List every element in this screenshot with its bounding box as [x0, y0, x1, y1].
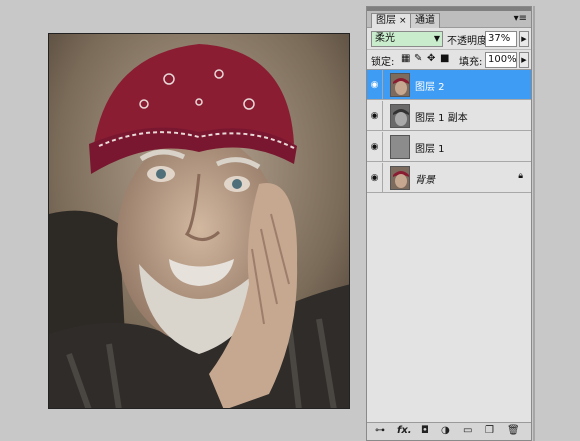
panel-bottom-bar: ⊶ fx. ◘ ◑ ▭ ❐ 🗑︎	[367, 422, 531, 440]
group-icon[interactable]: ▭	[463, 425, 472, 436]
panel-tab-bar: 图层 × 通道 ▾≡	[367, 11, 531, 28]
layer-name: 图层 1	[415, 144, 445, 155]
layer-row-background[interactable]: ◉ 背景 🔒︎	[367, 163, 531, 193]
document-canvas[interactable]	[48, 33, 350, 409]
blend-mode-select[interactable]: 柔光 ▼	[371, 31, 443, 47]
tab-channels-label: 通道	[415, 15, 435, 26]
workspace-edge	[533, 6, 535, 441]
blend-row: 柔光 ▼ 不透明度: 37% ▶	[367, 28, 531, 50]
eye-icon[interactable]: ◉	[367, 70, 383, 100]
fx-icon[interactable]: fx.	[397, 425, 412, 436]
lock-label: 锁定:	[371, 57, 395, 68]
new-layer-icon[interactable]: ❐	[485, 425, 494, 436]
tab-layers-label: 图层	[376, 15, 396, 26]
lock-icon: 🔒︎	[518, 171, 523, 181]
opacity-slider-toggle[interactable]: ▶	[519, 31, 529, 47]
trash-icon[interactable]: 🗑︎	[507, 425, 520, 436]
lock-row: 锁定: ▦ ✎ ✥ ■ 填充: 100% ▶	[367, 50, 531, 70]
link-icon[interactable]: ⊶	[375, 425, 385, 436]
opacity-label: 不透明度:	[447, 36, 491, 47]
layers-panel: 图层 × 通道 ▾≡ 柔光 ▼ 不透明度: 37% ▶ 锁定: ▦ ✎ ✥ ■ 填…	[366, 6, 532, 441]
close-icon[interactable]: ×	[399, 16, 407, 26]
eye-icon[interactable]: ◉	[367, 101, 383, 131]
fill-input[interactable]: 100%	[485, 52, 517, 68]
lock-transparent-pixels-icon[interactable]: ▦	[401, 53, 410, 64]
lock-position-icon[interactable]: ✥	[427, 53, 435, 64]
layer-row-layer1[interactable]: ◉ 图层 1	[367, 132, 531, 162]
blend-mode-value: 柔光	[375, 33, 395, 44]
layer-thumbnail	[390, 104, 410, 128]
eye-icon[interactable]: ◉	[367, 132, 383, 162]
lock-image-pixels-icon[interactable]: ✎	[414, 53, 422, 64]
lock-all-icon[interactable]: ■	[440, 53, 449, 64]
layers-list: ◉ 图层 2 ◉ 图层 1 副本 ◉ 图层 1 ◉ 背景 🔒︎	[367, 70, 531, 390]
layer-thumbnail	[390, 73, 410, 97]
chevron-down-icon: ▼	[433, 34, 440, 43]
layer-row-layer2[interactable]: ◉ 图层 2	[367, 70, 531, 100]
photo-image	[49, 34, 349, 408]
layer-name: 图层 1 副本	[415, 113, 468, 124]
tab-layers[interactable]: 图层 ×	[371, 13, 412, 28]
layer-name: 图层 2	[415, 82, 445, 93]
fill-slider-toggle[interactable]: ▶	[519, 52, 529, 68]
layer-name: 背景	[415, 175, 435, 186]
layer-thumbnail	[390, 135, 410, 159]
opacity-input[interactable]: 37%	[485, 31, 517, 47]
mask-icon[interactable]: ◘	[421, 425, 429, 436]
layer-row-layer1-copy[interactable]: ◉ 图层 1 副本	[367, 101, 531, 131]
tab-channels[interactable]: 通道	[410, 13, 440, 28]
fill-label: 填充:	[459, 57, 483, 68]
layer-thumbnail	[390, 166, 410, 190]
panel-menu-icon[interactable]: ▾≡	[514, 13, 527, 24]
adjustment-icon[interactable]: ◑	[441, 425, 450, 436]
eye-icon[interactable]: ◉	[367, 163, 383, 193]
